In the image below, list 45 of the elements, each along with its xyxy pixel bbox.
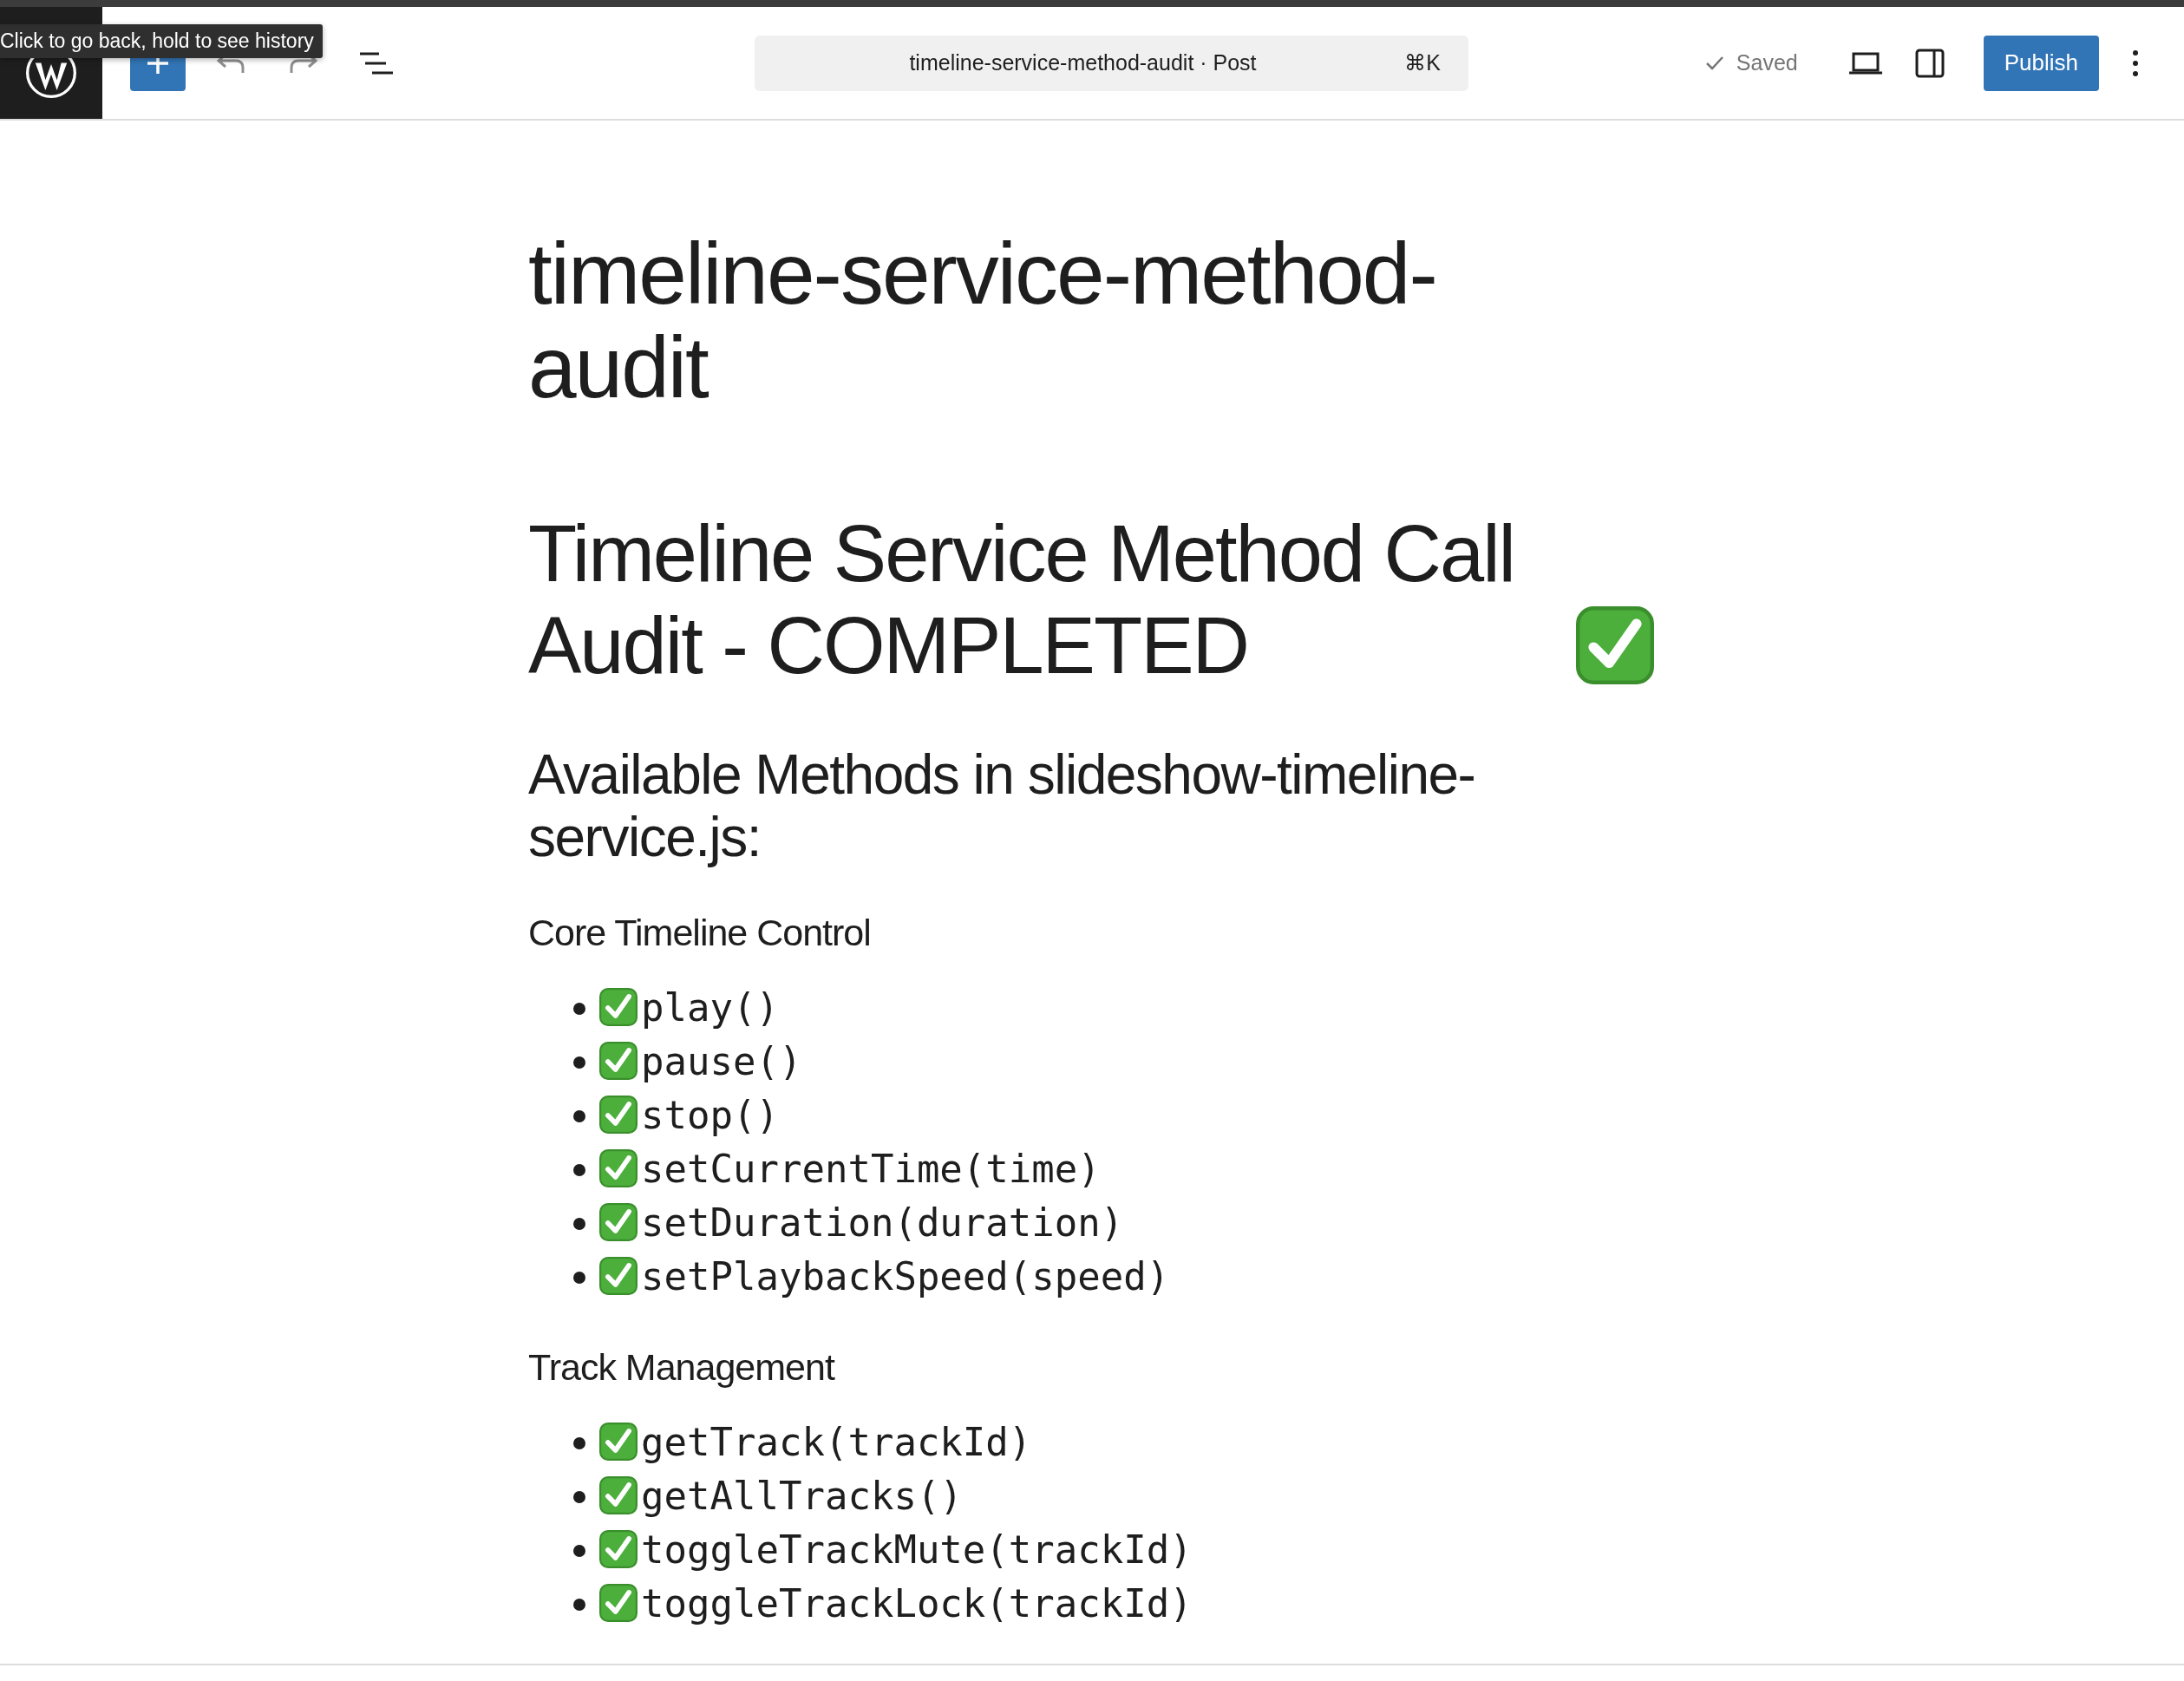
bullet — [573, 1003, 585, 1015]
bullet — [573, 1491, 585, 1503]
section-title: Core Timeline Control — [528, 912, 872, 954]
subheading: Available Methods in slideshow-timeline-service.js: — [528, 743, 1476, 868]
bullet — [573, 1218, 585, 1230]
check-icon — [599, 1530, 638, 1568]
saved-status[interactable]: Saved — [1699, 49, 1803, 76]
check-icon — [599, 1042, 638, 1080]
check-icon — [599, 1096, 638, 1134]
check-icon — [599, 1584, 638, 1622]
method-name: toggleTrackMute(trackId) — [641, 1527, 1193, 1572]
method-name: pause() — [641, 1038, 802, 1083]
post-title[interactable]: timeline-service-method-audit — [528, 226, 1569, 414]
laptop-icon — [1847, 50, 1883, 75]
check-icon — [599, 1149, 638, 1187]
method-name: getAllTracks() — [641, 1473, 963, 1518]
check-icon — [1576, 606, 1654, 684]
bullet — [573, 1056, 585, 1069]
method-name: setDuration(duration) — [641, 1200, 1124, 1245]
method-name: setPlaybackSpeed(speed) — [641, 1253, 1170, 1298]
heading-text: Timeline Service Method Call Audit - COMPLETED — [528, 508, 1516, 691]
list-view-icon — [360, 51, 393, 75]
check-icon — [599, 1203, 638, 1241]
tooltip: Click to go back, hold to see history — [0, 24, 323, 58]
method-name: setCurrentTime(time) — [641, 1146, 1101, 1191]
check-icon — [599, 988, 638, 1026]
check-icon — [599, 1257, 638, 1295]
bullet — [573, 1164, 585, 1176]
method-name: toggleTrackLock(trackId) — [641, 1580, 1193, 1625]
sidebar-icon — [1914, 48, 1945, 78]
checkmark-icon — [1704, 55, 1724, 71]
method-name: stop() — [641, 1092, 779, 1137]
check-icon — [599, 1476, 638, 1514]
publish-button[interactable]: Publish — [1983, 35, 2099, 91]
bullet — [573, 1437, 585, 1449]
check-icon — [599, 1423, 638, 1461]
method-name: getTrack(trackId) — [641, 1419, 1032, 1464]
bullet — [573, 1599, 585, 1611]
bullet — [573, 1545, 585, 1557]
bullet — [573, 1272, 585, 1284]
more-icon — [2132, 49, 2139, 76]
command-bar[interactable]: timeline-service-method-audit · Post ⌘K — [755, 35, 1468, 91]
bullet — [573, 1110, 585, 1122]
method-name: play() — [641, 984, 779, 1030]
section-title: Track Management — [528, 1346, 836, 1389]
